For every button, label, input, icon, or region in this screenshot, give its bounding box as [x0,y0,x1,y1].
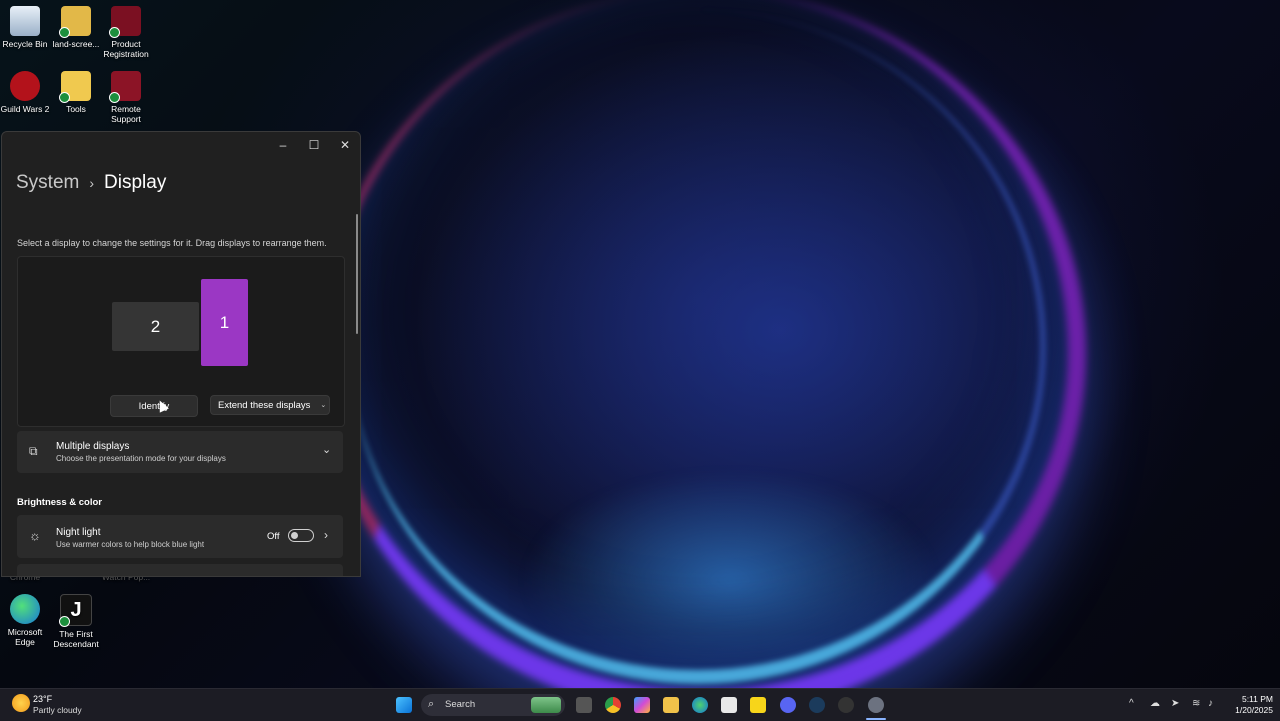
weather-temp[interactable]: 23°F [33,694,52,704]
folder-icon [59,6,91,38]
desktop-icon-label: land-scree... [52,39,100,49]
night-light-card[interactable]: ☼ Night light Use warmer colors to help … [17,515,343,558]
sticky-notes-icon[interactable] [750,697,766,713]
night-light-state: Off [267,531,280,542]
multiple-displays-icon: ⧉ [29,444,38,458]
night-light-toggle[interactable] [288,529,314,542]
breadcrumb-system-link[interactable]: System [16,172,79,194]
settings-icon[interactable] [868,697,884,713]
extend-displays-label: Extend these displays [218,399,311,411]
store-icon[interactable] [721,697,737,713]
clock-date[interactable]: 1/20/2025 [1223,705,1273,715]
display-arrangement-panel: 2 1 Identify Extend these displays ⌄ [17,256,345,427]
search-icon: ⌕ [428,698,435,710]
wifi-icon[interactable]: ≋ [1192,698,1200,709]
location-icon[interactable]: ➤ [1171,698,1179,709]
desktop-icon-label: Guild Wars 2 [0,104,50,114]
desktop-icon-product-registration[interactable]: Product Registration [98,6,154,59]
monitor-1-tile[interactable]: 1 [201,279,248,366]
sync-check-icon [59,616,70,627]
desktop-icon-label: Remote Support [111,104,141,124]
copilot-icon[interactable] [634,697,650,713]
desktop-icon-label: Tools [66,104,86,114]
page-title: Display [104,172,167,193]
monitor-2-tile[interactable]: 2 [112,302,199,351]
weather-condition[interactable]: Partly cloudy [33,705,82,715]
clock-time[interactable]: 5:11 PM [1227,694,1273,704]
desktop-icon-remote-support[interactable]: Remote Support [98,71,154,124]
desktop-icon-guild-wars-2[interactable]: Guild Wars 2 [0,71,53,114]
window-titlebar[interactable]: – ☐ ✕ [2,132,360,158]
toggle-knob [291,532,298,539]
chrome-icon[interactable] [605,697,621,713]
search-highlight-icon [531,697,561,713]
the-first-descendant-icon: J [59,594,92,627]
weather-icon[interactable] [12,694,30,712]
desktop-icon-tools[interactable]: Tools [48,71,104,114]
chevron-down-icon[interactable]: ⌄ [322,443,331,456]
extend-displays-dropdown[interactable]: Extend these displays ⌄ [210,395,330,415]
wallpaper-ring-inner [350,10,1046,684]
multiple-displays-card[interactable]: ⧉ Multiple displays Choose the presentat… [17,431,343,473]
settings-window: – ☐ ✕ System › Display Select a display … [1,131,361,577]
close-button[interactable]: ✕ [334,136,356,154]
desktop-icon-edge[interactable]: Microsoft Edge [0,594,53,647]
discord-icon[interactable] [780,697,796,713]
sync-check-icon [59,27,70,38]
taskbar-search[interactable]: ⌕ Search [421,694,565,716]
search-placeholder: Search [445,699,476,710]
edge-icon[interactable] [692,697,708,713]
brightness-color-heading: Brightness & color [17,497,102,508]
guild-wars-2-icon [10,71,40,101]
desktop-icon-label: Microsoft Edge [7,627,43,647]
sync-check-icon [109,27,120,38]
chevron-down-icon: ⌄ [320,402,327,409]
minimize-button[interactable]: – [272,136,294,154]
desktop-icon-the-first-descendant[interactable]: J The First Descendant [48,594,104,649]
sync-check-icon [109,92,120,103]
4k-downloader-icon[interactable] [838,697,854,713]
multiple-displays-title: Multiple displays [56,441,130,452]
night-light-subtitle: Use warmer colors to help block blue lig… [56,540,205,549]
chevron-up-icon[interactable]: ^ [1129,698,1134,709]
desktop-icon-label: The First Descendant [53,629,99,649]
sync-check-icon [59,92,70,103]
desktop-icon-label: Recycle Bin [2,39,48,49]
volume-icon[interactable]: ♪ [1208,698,1213,709]
file-explorer-icon[interactable] [663,697,679,713]
remote-support-icon [109,71,141,103]
folder-icon [59,71,91,103]
onedrive-icon[interactable]: ☁ [1150,698,1160,709]
identify-button[interactable]: Identify [110,395,198,417]
product-registration-icon [109,6,141,38]
next-setting-card[interactable] [17,564,343,576]
recycle-bin-icon [10,6,40,36]
start-icon[interactable] [396,697,412,713]
desktop-icon-land-screen[interactable]: land-scree... [48,6,104,49]
desktop-icon-recycle-bin[interactable]: Recycle Bin [0,6,53,49]
maximize-button[interactable]: ☐ [303,136,325,154]
desktop-icon-label: Product Registration [103,39,149,59]
breadcrumb: System › Display [16,172,166,194]
task-view-icon[interactable] [576,697,592,713]
edge-icon [10,594,40,624]
chevron-right-icon[interactable]: › [324,528,328,542]
taskbar: 23°F Partly cloudy ⌕ Search ^ ☁ ➤ ≋ ♪ 5:… [0,688,1280,721]
chevron-right-icon: › [89,175,95,191]
multiple-displays-subtitle: Choose the presentation mode for your di… [56,454,226,463]
steam-icon[interactable] [809,697,825,713]
scrollbar[interactable] [356,214,358,334]
brightness-sun-icon: ☼ [29,528,41,543]
night-light-title: Night light [56,527,101,538]
arrange-hint-text: Select a display to change the settings … [17,238,327,248]
